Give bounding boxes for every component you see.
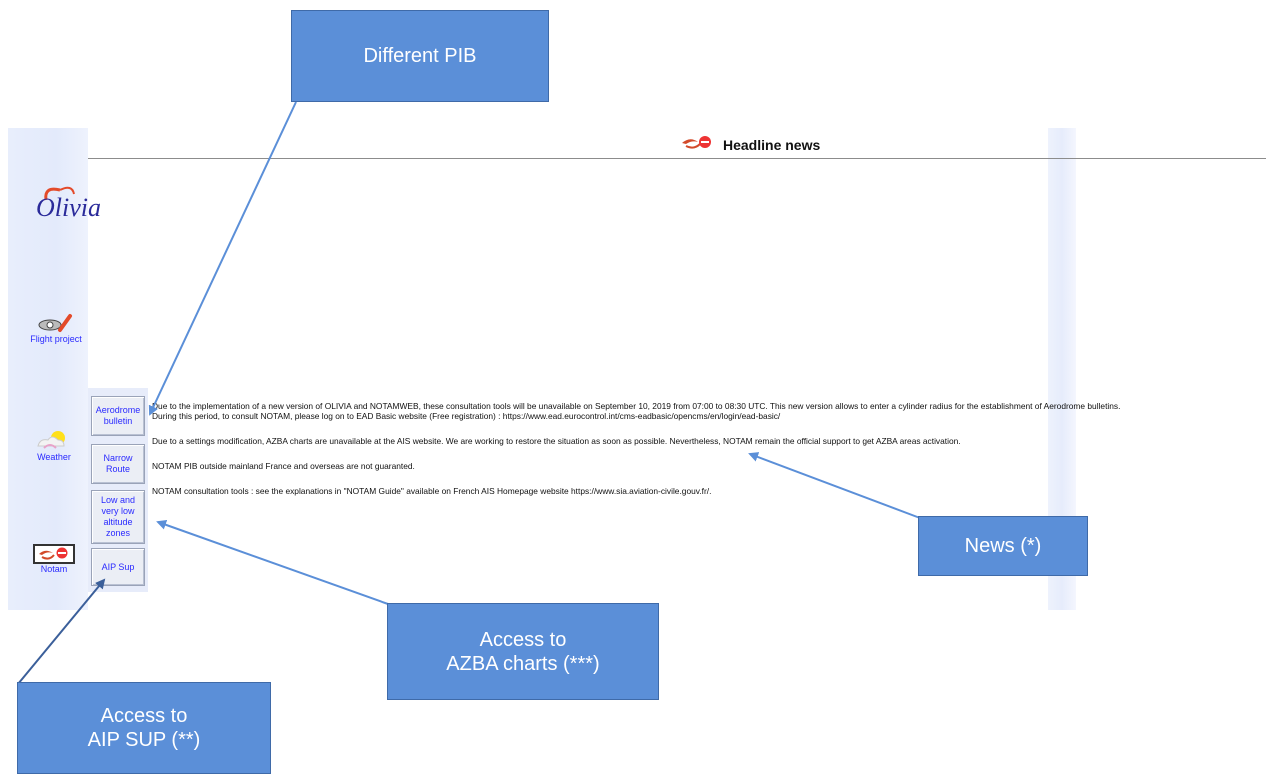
callout-line: Access to [100,705,188,727]
aerodrome-bulletin-button[interactable]: Aerodrome bulletin [91,396,145,436]
notam-submenu: Aerodrome bulletin Narrow Route Low and … [88,388,148,592]
svg-text:Olivia: Olivia [36,193,101,222]
weather-icon [37,431,65,449]
news-text: Due to the implementation of a new versi… [152,401,1121,411]
notam-icon [33,544,75,564]
arrow-azba [156,519,389,605]
news-item: NOTAM PIB outside mainland France and ov… [152,461,415,471]
news-item: NOTAM consultation tools : see the expla… [152,486,712,496]
notam-headline-icon [682,136,711,149]
sidebar-item-flight-project[interactable]: Flight project [26,312,86,344]
narrow-route-button[interactable]: Narrow Route [91,444,145,484]
olivia-logo: Olivia [36,186,101,222]
news-item: Due to the implementation of a new versi… [152,401,1267,421]
callout-line: Access to [479,628,567,651]
sidebar-item-weather[interactable]: Weather [24,428,84,462]
callout-aip-sup: Access to AIP SUP (**) [17,682,271,774]
page-title: Headline news [723,137,821,153]
callout-azba-charts: Access to AZBA charts (***) [387,603,659,700]
sidebar-item-label: Weather [37,452,71,462]
header-divider [88,158,1266,159]
sidebar-item-notam[interactable]: Notam [24,544,84,574]
callout-news: News (*) [918,516,1088,576]
callout-line: AZBA charts (***) [446,652,600,675]
sidebar-item-label: Notam [40,564,68,574]
news-item: Due to a settings modification, AZBA cha… [152,436,961,446]
news-text: During this period, to consult NOTAM, pl… [152,411,781,421]
arrow-pib [148,101,297,416]
callout-line: AIP SUP (**) [87,729,201,751]
aip-sup-button[interactable]: AIP Sup [91,548,145,586]
flight-project-icon [38,314,72,332]
sidebar-item-label: Flight project [30,334,82,344]
callout-different-pib: Different PIB [291,10,549,102]
low-altitude-zones-button[interactable]: Low and very low altitude zones [91,490,145,544]
